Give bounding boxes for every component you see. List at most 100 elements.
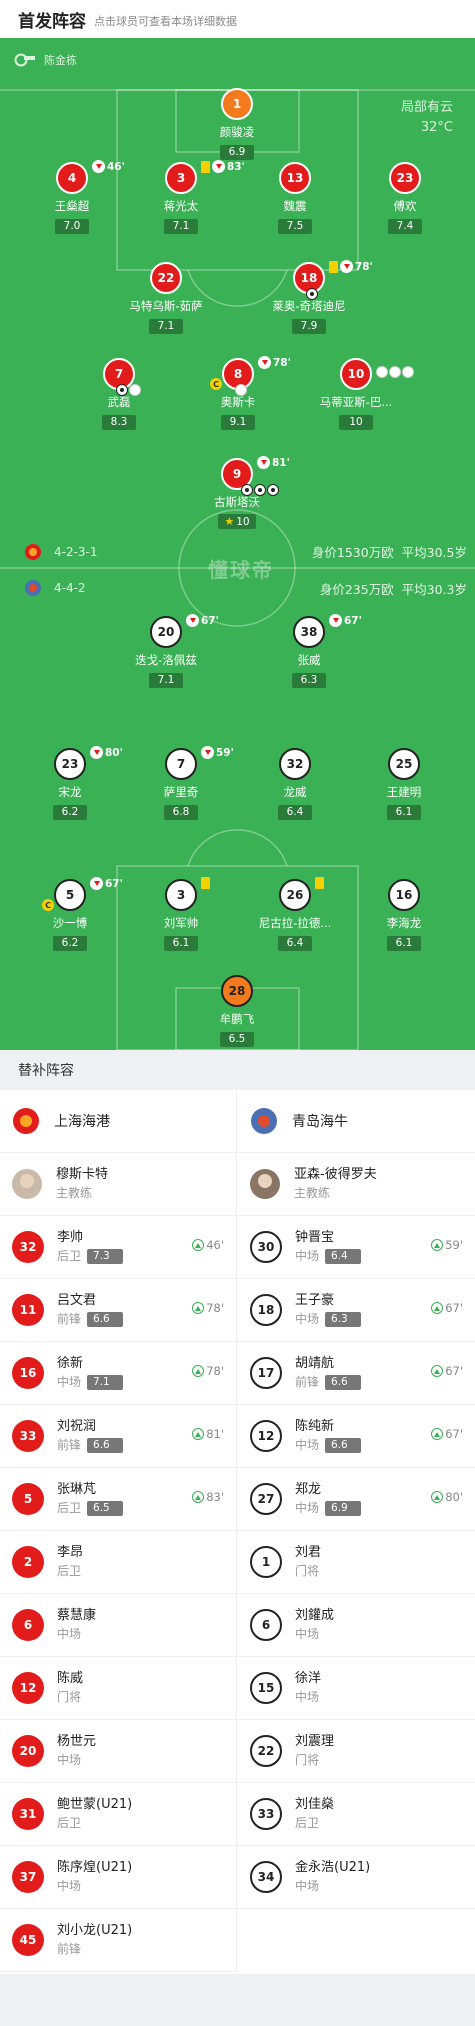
player-rating: 6.5 (87, 1500, 124, 1516)
player-rating: 6.1 (387, 805, 421, 820)
player-away-23[interactable]: 23 80' 宋龙 6.2 (10, 746, 130, 820)
mvp-star-icon: ★ (224, 515, 235, 528)
player-rating: 6.6 (87, 1437, 124, 1453)
sub-on-icon (192, 1302, 205, 1314)
jersey-number: 1 (221, 88, 253, 120)
assist-icon (389, 366, 401, 378)
assist-icon (129, 384, 141, 396)
player-name: 郑龙 (295, 1482, 322, 1497)
jersey-number: 18 (250, 1294, 282, 1326)
player-rating: 7.1 (87, 1374, 124, 1390)
bench-player[interactable]: 18 王子豪 中场 6.3 67' (238, 1279, 475, 1342)
bench-player[interactable]: 22 刘震理 门将 (238, 1720, 475, 1783)
jersey-number: 6 (12, 1609, 44, 1641)
coach-home[interactable]: 穆斯卡特 主教练 (0, 1153, 236, 1216)
whistle-icon (14, 53, 35, 67)
jersey-number: 12 (250, 1420, 282, 1452)
player-home-8[interactable]: 8 78' C 奥斯卡 9.1 (178, 356, 298, 430)
qingdao-hainiu-logo-icon (25, 580, 41, 596)
player-home-7[interactable]: 7 武磊 8.3 (59, 358, 179, 430)
player-away-26[interactable]: 26 尼古拉-拉德... 6.4 (235, 877, 355, 951)
player-name: 宋龙 (58, 785, 82, 799)
player-position: 中场 (57, 1753, 82, 1767)
player-home-1[interactable]: 1 颜骏凌 6.9 (177, 88, 297, 160)
jersey-number: 18 (300, 271, 318, 285)
player-name: 张威 (297, 653, 321, 667)
player-position: 前锋 6.6 (57, 1310, 124, 1328)
player-rating: ★ 10 (218, 514, 256, 529)
jersey-number: 22 (150, 262, 182, 294)
player-away-38[interactable]: 38 67' 张威 6.3 (249, 614, 369, 688)
bench-player[interactable]: 16 徐新 中场 7.1 78' (0, 1342, 236, 1405)
player-home-4[interactable]: 4 46' 王燊超 7.0 (12, 160, 132, 234)
player-away-3[interactable]: 3 刘军帅 6.1 (121, 877, 241, 951)
player-rating: 6.1 (164, 936, 198, 951)
bench-player[interactable]: 45 刘小龙(U21) 前锋 (0, 1909, 236, 1972)
bench-team-away[interactable]: 青岛海牛 (238, 1090, 475, 1153)
sub-off-minute: 59' (216, 746, 234, 759)
player-away-32[interactable]: 32 龙威 6.4 (235, 748, 355, 820)
goal-icon (241, 484, 253, 496)
away-value: 身价235万欧 平均30.3岁 (319, 582, 467, 597)
player-away-28[interactable]: 28 牟鹏飞 6.5 (177, 975, 297, 1047)
bench-player[interactable]: 27 郑龙 中场 6.9 80' (238, 1468, 475, 1531)
sub-off-icon (90, 877, 103, 890)
bench-player[interactable]: 31 鲍世蒙(U21) 后卫 (0, 1783, 236, 1846)
player-name: 王燊超 (54, 199, 90, 213)
assist-icon (376, 366, 388, 378)
sub-off-minute: 78' (355, 260, 373, 273)
player-home-10[interactable]: 10 马蒂亚斯-巴... 10 (296, 358, 416, 430)
player-home-18[interactable]: 18 78' 莱奥-奇塔迪尼 7.9 (249, 260, 373, 334)
player-away-20[interactable]: 20 67' 迭戈-洛佩兹 7.1 (106, 614, 226, 688)
bench-player[interactable]: 6 蔡慧康 中场 (0, 1594, 236, 1657)
bench-player[interactable]: 33 刘祝润 前锋 6.6 81' (0, 1405, 236, 1468)
player-rating: 7.1 (164, 219, 198, 234)
bench-player[interactable]: 17 胡靖航 前锋 6.6 67' (238, 1342, 475, 1405)
bench-player[interactable]: 12 陈纯新 中场 6.6 67' (238, 1405, 475, 1468)
bench-title: 替补阵容 (0, 1050, 475, 1090)
bench-player[interactable]: 33 刘佳燊 后卫 (238, 1783, 475, 1846)
bench-player[interactable]: 34 金永浩(U21) 中场 (238, 1846, 475, 1909)
bench-player[interactable]: 2 李昂 后卫 (0, 1531, 236, 1594)
bench-player[interactable]: 15 徐洋 中场 (238, 1657, 475, 1720)
jersey-number: 23 (389, 162, 421, 194)
player-name: 萨里奇 (163, 785, 199, 799)
player-home-22[interactable]: 22 马特乌斯-茹萨 7.1 (106, 262, 226, 334)
player-away-7[interactable]: 7 59' 萨里奇 6.8 (121, 746, 241, 820)
player-name: 牟鹏飞 (219, 1012, 255, 1026)
player-name: 蒋光太 (163, 199, 199, 213)
player-rating: 6.4 (325, 1248, 362, 1264)
player-away-25[interactable]: 25 王建明 6.1 (344, 748, 464, 820)
player-away-16[interactable]: 16 李海龙 6.1 (344, 879, 464, 951)
player-name: 古斯塔沃 (214, 495, 260, 509)
bench-player[interactable]: 32 李帅 后卫 7.3 46' (0, 1216, 236, 1279)
bench-player[interactable]: 5 张琳芃 后卫 6.5 83' (0, 1468, 236, 1531)
bench-team-home[interactable]: 上海海港 (0, 1090, 236, 1153)
jersey-number: 23 (61, 757, 79, 771)
player-away-5[interactable]: 5 67' C 沙一博 6.2 (10, 877, 130, 951)
player-home-13[interactable]: 13 魏震 7.5 (235, 162, 355, 234)
player-position: 中场 6.4 (295, 1247, 362, 1265)
player-position: 前锋 (57, 1942, 82, 1956)
jersey-number: 22 (250, 1735, 282, 1767)
bench-player[interactable]: 37 陈序煌(U21) 中场 (0, 1846, 236, 1909)
player-position: 中场 (295, 1879, 320, 1893)
player-rating: 6.9 (220, 145, 254, 160)
player-home-3[interactable]: 3 83' 蒋光太 7.1 (121, 160, 245, 234)
jersey-number: 7 (114, 367, 124, 381)
bench-player[interactable]: 12 陈威 门将 (0, 1657, 236, 1720)
bench-player[interactable]: 20 杨世元 中场 (0, 1720, 236, 1783)
bench-player[interactable]: 30 钟晋宝 中场 6.4 59' (238, 1216, 475, 1279)
player-home-23[interactable]: 23 傅欢 7.4 (345, 162, 465, 234)
player-name: 王建明 (386, 785, 422, 799)
player-rating: 9.1 (221, 415, 255, 430)
bench-player[interactable]: 11 吕文君 前锋 6.6 78' (0, 1279, 236, 1342)
player-home-9[interactable]: 9 81' 古斯塔沃 ★ 10 (177, 456, 297, 529)
coach-away[interactable]: 亚森-彼得罗夫 主教练 (238, 1153, 475, 1216)
weather: 局部有云 32°C (401, 98, 453, 138)
bench-player[interactable]: 1 刘君 门将 (238, 1531, 475, 1594)
bench-player[interactable]: 6 刘鑵成 中场 (238, 1594, 475, 1657)
home-value: 身价1530万欧 平均30.5岁 (311, 545, 467, 560)
sub-on: 67' (431, 1427, 463, 1441)
player-rating: 6.6 (87, 1311, 124, 1327)
